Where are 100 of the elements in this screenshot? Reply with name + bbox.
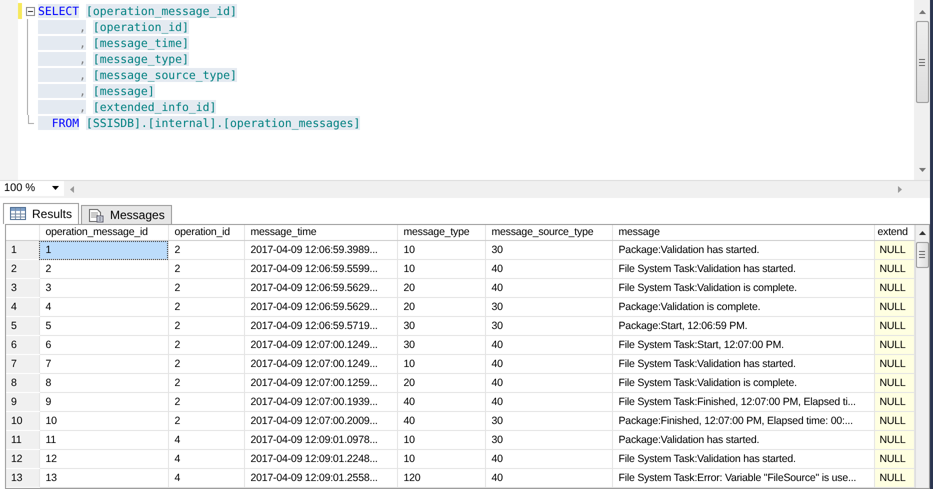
code-line: , [extended_info_id] [38,99,216,115]
row-header[interactable]: 7 [6,354,39,374]
table-cell: NULL [874,468,914,488]
table-cell: 8 [39,374,168,392]
table-cell: 4 [168,430,244,450]
table-cell: File System Task:Validation is complete. [612,374,874,392]
row-header[interactable]: 1 [6,240,39,260]
table-cell: 20 [397,278,485,298]
table-cell: 40 [485,374,612,392]
table-cell: 120 [397,468,485,488]
row-header[interactable]: 6 [6,336,39,354]
column-header[interactable]: message_type [397,224,485,240]
row-header[interactable]: 8 [6,374,39,392]
column-header[interactable]: message_time [244,224,397,240]
table-cell: 3 [39,278,168,298]
column-header[interactable]: operation_id [168,224,244,240]
table-cell: Package:Finished, 12:07:00 PM, Elapsed time: 00:... [612,412,874,430]
table-cell: Package:Validation is complete. [612,298,874,316]
table-cell: 40 [485,278,612,298]
table-cell: 10 [397,354,485,374]
table-cell: 40 [485,354,612,374]
table-cell: 2 [39,260,168,278]
grid-corner[interactable] [6,224,39,240]
table-cell: NULL [874,354,914,374]
table-cell: 9 [39,392,168,412]
code-line: FROM [SSISDB].[internal].[operation_messages] [38,115,360,131]
table-cell: 2017-04-09 12:06:59.3989... [244,240,397,260]
table-cell: NULL [874,336,914,354]
table-cell: 2017-04-09 12:07:00.2009... [244,412,397,430]
row-header[interactable]: 12 [6,450,39,468]
code-line: , [message_type] [38,51,189,67]
table-cell: 30 [397,316,485,336]
column-header[interactable]: message_source_type [485,224,612,240]
row-header[interactable]: 9 [6,392,39,412]
table-cell: NULL [874,450,914,468]
table-cell: 2017-04-09 12:07:00.1249... [244,336,397,354]
table-cell: 2017-04-09 12:07:00.1939... [244,392,397,412]
table-cell: File System Task:Error: Variable "FileSource" is use... [612,468,874,488]
vertical-scrollbar[interactable] [914,0,930,180]
column-header[interactable]: extend [874,224,914,240]
table-cell: File System Task:Finished, 12:07:00 PM, Elapsed ti... [612,392,874,412]
table-cell: 5 [39,316,168,336]
row-header[interactable]: 11 [6,430,39,450]
code-line: , [message_source_type] [38,67,237,83]
table-cell: 2 [168,260,244,278]
column-header[interactable]: operation_message_id [39,224,168,240]
table-cell: 10 [397,260,485,278]
row-header[interactable]: 3 [6,278,39,298]
table-cell: NULL [874,298,914,316]
table-cell: 40 [485,468,612,488]
scroll-left-icon[interactable] [70,186,74,193]
table-cell: 2 [168,316,244,336]
table-cell: 2 [168,336,244,354]
table-cell: 2017-04-09 12:06:59.5599... [244,260,397,278]
table-cell: 2 [168,354,244,374]
table-cell: Package:Validation has started. [612,430,874,450]
table-cell: 40 [397,392,485,412]
table-cell: 30 [397,336,485,354]
table-cell: 40 [485,260,612,278]
table-cell: 10 [397,240,485,260]
table-cell: 30 [485,412,612,430]
table-cell: 10 [39,412,168,430]
table-cell: 2 [168,240,244,260]
code-line: , [message] [38,83,155,99]
row-header[interactable]: 4 [6,298,39,316]
scroll-down-icon[interactable] [918,168,926,172]
scrollbar-thumb[interactable] [916,242,929,268]
table-cell: NULL [874,260,914,278]
table-cell: 4 [168,450,244,468]
vertical-scrollbar[interactable] [914,224,929,488]
scroll-up-icon[interactable] [918,230,926,234]
table-cell: 20 [397,298,485,316]
table-cell: File System Task:Validation is complete. [612,278,874,298]
table-cell: 13 [39,468,168,488]
table-cell: File System Task:Validation has started. [612,450,874,468]
table-cell: 30 [485,316,612,336]
table-cell: File System Task:Validation has started. [612,260,874,278]
table-cell: 2 [168,278,244,298]
collapse-icon[interactable] [26,6,34,16]
table-cell: NULL [874,316,914,336]
row-header[interactable]: 13 [6,468,39,488]
table-cell: NULL [874,412,914,430]
table-cell: File System Task:Start, 12:07:00 PM. [612,336,874,354]
table-cell: 12 [39,450,168,468]
row-header[interactable]: 5 [6,316,39,336]
table-cell: 40 [397,412,485,430]
table-cell: NULL [874,374,914,392]
table-cell: 2017-04-09 12:07:00.1249... [244,354,397,374]
column-header[interactable]: message [612,224,874,240]
row-header[interactable]: 2 [6,260,39,278]
scroll-right-icon[interactable] [898,186,902,193]
table-cell: 30 [485,298,612,316]
table-cell: 7 [39,354,168,374]
results-tab[interactable]: Messages [81,204,172,224]
scrollbar-thumb[interactable] [916,21,928,103]
table-cell: 20 [397,374,485,392]
zoom-dropdown[interactable]: 100 % [0,180,64,196]
results-tab[interactable]: Results [3,202,80,224]
row-header[interactable]: 10 [6,412,39,430]
table-cell: 2017-04-09 12:06:59.5719... [244,316,397,336]
